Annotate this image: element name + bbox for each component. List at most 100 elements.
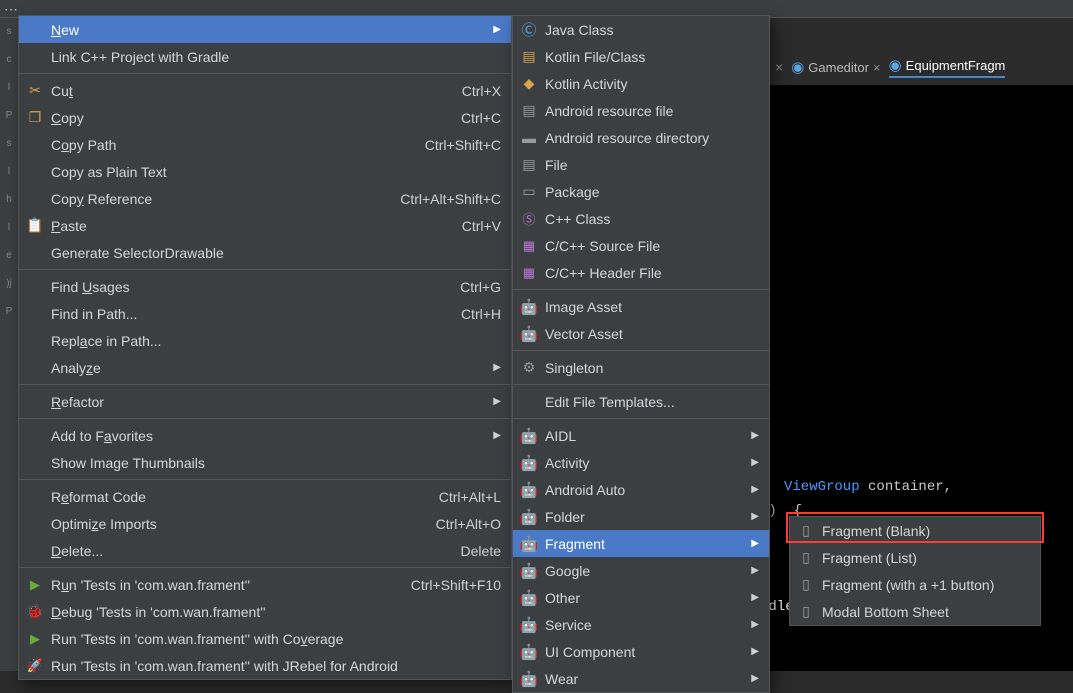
menu-item-fragment[interactable]: 🤖 Fragment ▶ — [513, 530, 769, 557]
menu-label: File — [545, 157, 568, 173]
menu-label: Edit File Templates... — [545, 394, 675, 410]
editor-tabs: × ◉ Gameditor × ◉ EquipmentFragm — [775, 55, 1073, 79]
android-icon: 🤖 — [520, 298, 538, 316]
menu-item-file[interactable]: ▤ File — [513, 151, 769, 178]
clipboard-icon: 📋 — [26, 217, 44, 235]
tab-equipmentfragment[interactable]: ◉ EquipmentFragm — [889, 56, 1006, 78]
menu-item-find-usages[interactable]: Find Usages Ctrl+G — [19, 273, 511, 300]
menu-shortcut: Ctrl+V — [432, 218, 501, 234]
menu-item-find-in-path[interactable]: Find in Path... Ctrl+H — [19, 300, 511, 327]
submenu-arrow-icon: ▶ — [721, 457, 759, 468]
menu-label: Android resource file — [545, 103, 673, 119]
menu-item-run-tests[interactable]: ▶ Run 'Tests in 'com.wan.frament'' Ctrl+… — [19, 571, 511, 598]
menu-item-android-auto[interactable]: 🤖 Android Auto ▶ — [513, 476, 769, 503]
menu-item-fragment-blank[interactable]: ▯ Fragment (Blank) — [790, 517, 1040, 544]
menu-label: Optimize Imports — [51, 516, 157, 532]
menu-item-run-jrebel[interactable]: 🚀 Run 'Tests in 'com.wan.frament'' with … — [19, 652, 511, 679]
menu-label: AIDL — [545, 428, 576, 444]
menu-item-kotlin-activity[interactable]: ◆ Kotlin Activity — [513, 70, 769, 97]
code-text: container, — [860, 479, 952, 495]
menu-item-service[interactable]: 🤖 Service ▶ — [513, 611, 769, 638]
tab-gameditor[interactable]: ◉ Gameditor × — [791, 58, 880, 76]
menu-item-aidl[interactable]: 🤖 AIDL ▶ — [513, 422, 769, 449]
submenu-arrow-icon: ▶ — [463, 362, 501, 373]
menu-shortcut: Ctrl+H — [431, 306, 501, 322]
menu-shortcut: Ctrl+X — [432, 83, 501, 99]
android-icon: 🤖 — [520, 535, 538, 553]
menu-item-add-favorites[interactable]: Add to Favorites ▶ — [19, 422, 511, 449]
tab-close-icon[interactable]: × — [873, 60, 881, 75]
menu-item-debug-tests[interactable]: 🐞 Debug 'Tests in 'com.wan.frament'' — [19, 598, 511, 625]
menu-item-new[interactable]: New ▶ — [19, 16, 511, 43]
menu-label: Kotlin File/Class — [545, 49, 645, 65]
submenu-arrow-icon: ▶ — [463, 24, 501, 35]
menu-item-cut[interactable]: ✂ Cut Ctrl+X — [19, 77, 511, 104]
layout-icon: ▯ — [797, 603, 815, 621]
menu-label: Service — [545, 617, 592, 633]
menu-item-kotlin-file[interactable]: ▤ Kotlin File/Class — [513, 43, 769, 70]
menu-item-copy-path[interactable]: Copy Path Ctrl+Shift+C — [19, 131, 511, 158]
menu-item-fragment-list[interactable]: ▯ Fragment (List) — [790, 544, 1040, 571]
menu-item-singleton[interactable]: ⚙ Singleton — [513, 354, 769, 381]
menu-item-optimize-imports[interactable]: Optimize Imports Ctrl+Alt+O — [19, 510, 511, 537]
menu-item-android-resource-file[interactable]: ▤ Android resource file — [513, 97, 769, 124]
menu-label: C++ Class — [545, 211, 610, 227]
menu-item-wear[interactable]: 🤖 Wear ▶ — [513, 665, 769, 692]
menu-item-cpp-header[interactable]: ▦ C/C++ Header File — [513, 259, 769, 286]
menu-label: UI Component — [545, 644, 635, 660]
submenu-arrow-icon: ▶ — [721, 565, 759, 576]
kotlin-file-icon: ▤ — [520, 48, 538, 66]
menu-item-edit-templates[interactable]: Edit File Templates... — [513, 388, 769, 415]
menu-item-cpp-source[interactable]: ▦ C/C++ Source File — [513, 232, 769, 259]
menu-item-run-coverage[interactable]: ▶ Run 'Tests in 'com.wan.frament'' with … — [19, 625, 511, 652]
menu-item-link-cpp[interactable]: Link C++ Project with Gradle — [19, 43, 511, 70]
menu-label: Reformat Code — [51, 489, 146, 505]
menu-item-android-resource-dir[interactable]: ▬ Android resource directory — [513, 124, 769, 151]
submenu-arrow-icon: ▶ — [721, 511, 759, 522]
menu-label: Add to Favorites — [51, 428, 153, 444]
menu-item-activity[interactable]: 🤖 Activity ▶ — [513, 449, 769, 476]
menu-item-generate-selector[interactable]: Generate SelectorDrawable — [19, 239, 511, 266]
menu-label: Run 'Tests in 'com.wan.frament'' — [51, 577, 250, 593]
menu-label: Find in Path... — [51, 306, 137, 322]
menu-item-reformat[interactable]: Reformat Code Ctrl+Alt+L — [19, 483, 511, 510]
menu-item-paste[interactable]: 📋 Paste Ctrl+V — [19, 212, 511, 239]
new-submenu: Ⓒ Java Class ▤ Kotlin File/Class ◆ Kotli… — [512, 15, 770, 693]
context-menu: New ▶ Link C++ Project with Gradle ✂ Cut… — [18, 15, 512, 680]
menu-item-delete[interactable]: Delete... Delete — [19, 537, 511, 564]
menu-label: Wear — [545, 671, 578, 687]
menu-item-copy-reference[interactable]: Copy Reference Ctrl+Alt+Shift+C — [19, 185, 511, 212]
menu-item-analyze[interactable]: Analyze ▶ — [19, 354, 511, 381]
menu-item-refactor[interactable]: Refactor ▶ — [19, 388, 511, 415]
menu-item-modal-bottom-sheet[interactable]: ▯ Modal Bottom Sheet — [790, 598, 1040, 625]
menu-item-vector-asset[interactable]: 🤖 Vector Asset — [513, 320, 769, 347]
tab-close-icon[interactable]: × — [775, 59, 783, 75]
menu-item-cpp-class[interactable]: Ⓢ C++ Class — [513, 205, 769, 232]
menu-item-image-asset[interactable]: 🤖 Image Asset — [513, 293, 769, 320]
android-icon: 🤖 — [520, 616, 538, 634]
layout-icon: ▯ — [797, 522, 815, 540]
menu-item-fragment-plus1[interactable]: ▯ Fragment (with a +1 button) — [790, 571, 1040, 598]
menu-label: Paste — [51, 218, 87, 234]
menu-item-google[interactable]: 🤖 Google ▶ — [513, 557, 769, 584]
code-keyword: ViewGroup — [784, 479, 860, 495]
left-gutter: sclPslhle)jP — [0, 18, 18, 671]
menu-item-folder[interactable]: 🤖 Folder ▶ — [513, 503, 769, 530]
submenu-arrow-icon: ▶ — [721, 538, 759, 549]
menu-item-package[interactable]: ▭ Package — [513, 178, 769, 205]
submenu-arrow-icon: ▶ — [721, 484, 759, 495]
menu-separator — [513, 418, 769, 419]
menu-item-copy[interactable]: ❐ Copy Ctrl+C — [19, 104, 511, 131]
submenu-arrow-icon: ▶ — [463, 430, 501, 441]
android-icon: 🤖 — [520, 562, 538, 580]
menu-item-show-thumbnails[interactable]: Show Image Thumbnails — [19, 449, 511, 476]
menu-item-copy-plain[interactable]: Copy as Plain Text — [19, 158, 511, 185]
menu-label: Debug 'Tests in 'com.wan.frament'' — [51, 604, 266, 620]
menu-item-java-class[interactable]: Ⓒ Java Class — [513, 16, 769, 43]
menu-item-other[interactable]: 🤖 Other ▶ — [513, 584, 769, 611]
menu-shortcut: Ctrl+Alt+Shift+C — [370, 191, 501, 207]
menu-label: Run 'Tests in 'com.wan.frament'' with Co… — [51, 631, 343, 647]
menu-label: Copy Reference — [51, 191, 152, 207]
menu-item-replace-in-path[interactable]: Replace in Path... — [19, 327, 511, 354]
menu-item-ui-component[interactable]: 🤖 UI Component ▶ — [513, 638, 769, 665]
